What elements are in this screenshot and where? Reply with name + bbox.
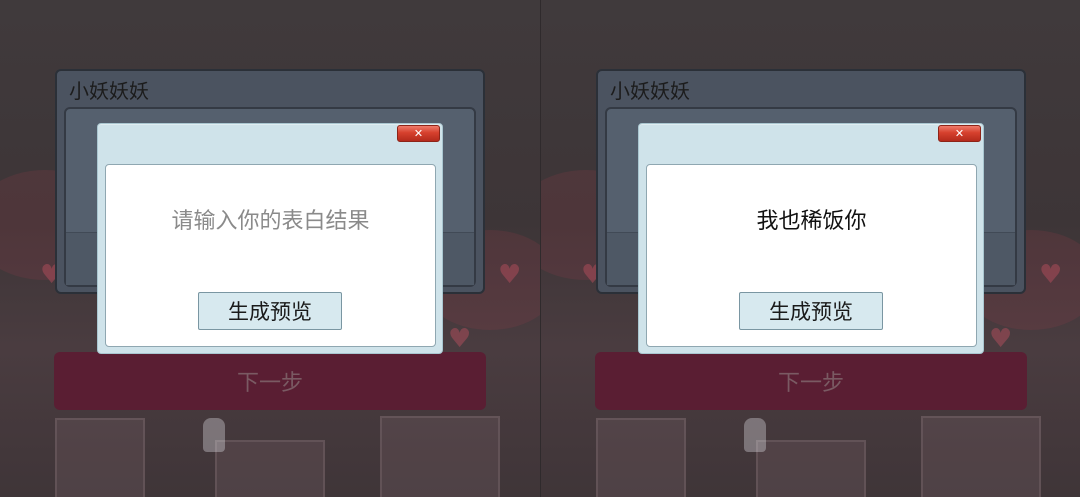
close-icon: ✕	[954, 127, 965, 140]
screen-right: ♥ ♥ ♥ 小妖妖妖 下一步 ✕ 我也稀饭你 生成预览	[540, 0, 1080, 497]
heart-icon: ♥	[989, 324, 1013, 354]
scene-character	[203, 418, 225, 452]
scene-building	[596, 418, 686, 497]
confession-result-input[interactable]: 请输入你的表白结果	[106, 203, 435, 235]
heart-icon: ♥	[498, 260, 522, 290]
form-title: 小妖妖妖	[610, 79, 690, 103]
scene-building	[215, 440, 325, 497]
result-input-dialog: ✕ 我也稀饭你 生成预览	[638, 123, 984, 354]
close-dialog-button[interactable]: ✕	[938, 125, 981, 142]
heart-icon: ♥	[1039, 260, 1063, 290]
close-dialog-button[interactable]: ✕	[397, 125, 440, 142]
dialog-body: 请输入你的表白结果 生成预览	[105, 164, 436, 347]
generate-preview-button[interactable]: 生成预览	[739, 292, 883, 330]
heart-icon: ♥	[448, 324, 472, 354]
close-icon: ✕	[413, 127, 424, 140]
dialog-body: 我也稀饭你 生成预览	[646, 164, 977, 347]
confession-result-input[interactable]: 我也稀饭你	[647, 203, 976, 235]
scene-building	[55, 418, 145, 497]
next-step-button[interactable]: 下一步	[595, 352, 1027, 410]
scene-building	[921, 416, 1041, 497]
screen-left: ♥ ♥ ♥ 小妖妖妖 下一步 ✕ 请输入你的表白结果 生成预览	[0, 0, 540, 497]
next-step-button[interactable]: 下一步	[54, 352, 486, 410]
scene-building	[380, 416, 500, 497]
result-input-dialog: ✕ 请输入你的表白结果 生成预览	[97, 123, 443, 354]
form-title: 小妖妖妖	[69, 79, 149, 103]
scene-character	[744, 418, 766, 452]
scene-building	[756, 440, 866, 497]
generate-preview-button[interactable]: 生成预览	[198, 292, 342, 330]
screenshot-stage: ♥ ♥ ♥ 小妖妖妖 下一步 ✕ 请输入你的表白结果 生成预览 ♥ ♥ ♥ 小妖…	[0, 0, 1080, 497]
